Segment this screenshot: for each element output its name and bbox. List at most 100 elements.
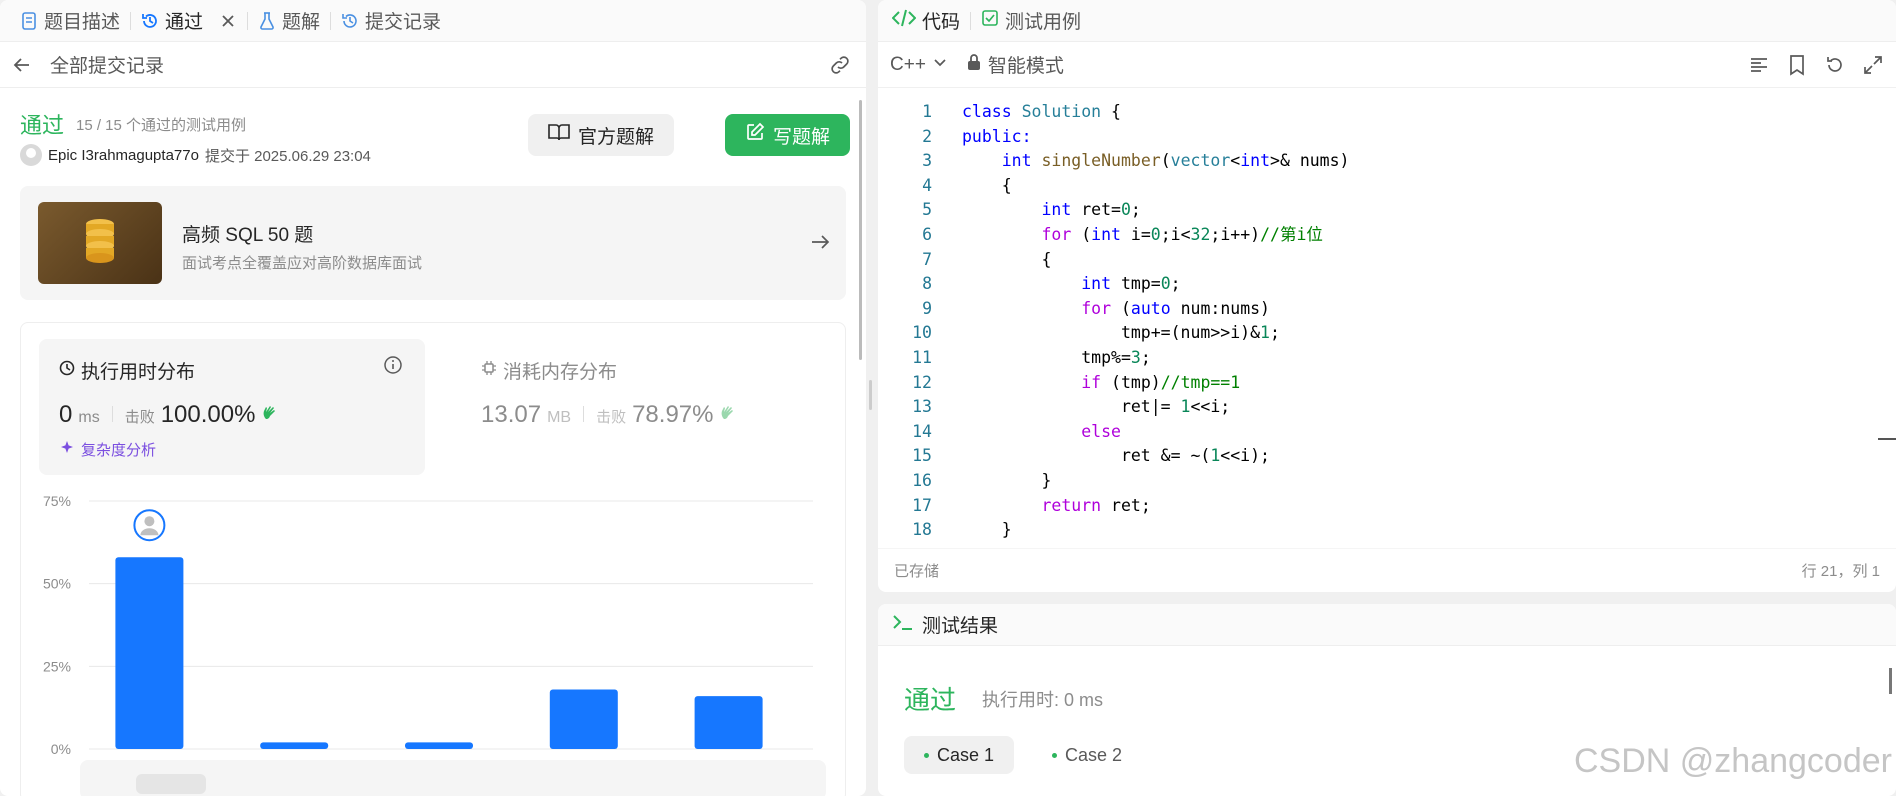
- code-line[interactable]: 13 ret|= 1<<i;: [878, 395, 1896, 420]
- reset-icon[interactable]: [1824, 54, 1846, 76]
- scrollbar[interactable]: [859, 100, 862, 360]
- line-number: 18: [912, 520, 932, 540]
- tab-solutions[interactable]: 题解: [248, 0, 330, 42]
- tab-testcases[interactable]: 测试用例: [981, 7, 1081, 34]
- code-line[interactable]: 9 for (auto num:nums): [878, 297, 1896, 322]
- code-editor[interactable]: 1 class Solution {2 public: 3 int singleNum…: [878, 100, 1896, 539]
- complexity-analysis-link[interactable]: 复杂度分析: [59, 439, 156, 460]
- mode-toggle[interactable]: 智能模式: [966, 51, 1064, 78]
- code-panel: 代码 测试用例 C++ 智能模式 1 class Solution {2 pu…: [878, 0, 1896, 592]
- runtime-distribution-chart[interactable]: 75%50%25%0%1ms2ms3ms4ms: [21, 479, 847, 779]
- code-line[interactable]: 6 for (int i=0;i<32;i++)//第i位: [878, 223, 1896, 248]
- line-number: 8: [922, 274, 932, 294]
- avatar[interactable]: [20, 144, 42, 166]
- chevron-down-icon: [932, 54, 948, 76]
- tab-test-result-label[interactable]: 测试结果: [922, 611, 998, 638]
- line-number: 1: [922, 102, 932, 121]
- line-content: int tmp=0;: [1081, 274, 1181, 294]
- tab-passed[interactable]: 通过: [131, 0, 247, 42]
- line-content: int singleNumber(vector<int>& nums): [1001, 151, 1350, 171]
- line-content: for (auto num:nums): [1081, 298, 1270, 318]
- runtime-value: 0: [59, 401, 73, 428]
- tab-code[interactable]: 代码: [891, 7, 961, 34]
- code-line[interactable]: 8 int tmp=0;: [878, 272, 1896, 297]
- y-tick-label: 0%: [51, 741, 71, 757]
- submit-time: 提交于 2025.06.29 23:04: [204, 147, 371, 165]
- runtime-stat[interactable]: 执行用时分布 0 ms 击败 100.00% 复杂度分析: [39, 339, 425, 475]
- code-line[interactable]: 3 int singleNumber(vector<int>& nums): [878, 149, 1896, 174]
- info-icon[interactable]: [383, 355, 403, 375]
- avatar-head: [144, 516, 155, 527]
- author-name[interactable]: Epic I3rahmagupta77o: [48, 147, 199, 164]
- submission-header: 通过 15 / 15 个通过的测试用例 Epic I3rahmagupta77o…: [20, 106, 850, 166]
- code-line[interactable]: 10 tmp+=(num>>i)&1;: [878, 321, 1896, 346]
- code-line[interactable]: 1 class Solution {: [878, 100, 1896, 125]
- doc-icon: [20, 11, 38, 30]
- runtime-beat-value: 100.00%: [160, 401, 256, 428]
- line-number: 7: [922, 249, 932, 269]
- code-line[interactable]: 18 }: [878, 518, 1896, 543]
- bar: [260, 742, 329, 749]
- code-line[interactable]: 5 int ret=0;: [878, 198, 1896, 223]
- code-line[interactable]: 7 {: [878, 248, 1896, 273]
- memory-stat[interactable]: 消耗内存分布 13.07 MB 击败 78.97%: [461, 339, 831, 475]
- line-number: 2: [922, 126, 932, 146]
- all-submissions-link[interactable]: 全部提交记录: [50, 51, 164, 78]
- bookmark-icon[interactable]: [1786, 54, 1808, 76]
- y-tick-label: 25%: [43, 658, 71, 674]
- tab-description[interactable]: 题目描述: [10, 0, 130, 42]
- line-number: 16: [912, 470, 932, 490]
- result-tabbar: 测试结果: [878, 604, 1896, 646]
- line-content: if (tmp)//tmp==1: [1081, 372, 1241, 392]
- flask-icon: [258, 11, 276, 30]
- code-line[interactable]: 2 public:: [878, 125, 1896, 150]
- tab-code-label: 代码: [922, 12, 961, 33]
- code-line[interactable]: 17 return ret;: [878, 494, 1896, 519]
- memory-values: 13.07 MB 击败 78.97%: [481, 401, 739, 429]
- scrollbar[interactable]: [1889, 668, 1892, 694]
- code-line[interactable]: 11 tmp%=3;: [878, 346, 1896, 371]
- code-line[interactable]: 16 }: [878, 469, 1896, 494]
- arrow-left-icon[interactable]: [12, 55, 32, 75]
- divider: [111, 406, 113, 422]
- code-line[interactable]: 14 else: [878, 420, 1896, 445]
- panel-resize-handle[interactable]: [869, 380, 872, 410]
- code-line[interactable]: 4 {: [878, 174, 1896, 199]
- close-icon[interactable]: [219, 12, 237, 30]
- official-solution-label: 官方题解: [577, 126, 654, 148]
- memory-beat-label: 击败: [596, 409, 627, 426]
- edit-icon: [745, 122, 765, 148]
- memory-title-row: 消耗内存分布: [481, 357, 617, 384]
- code-icon: [891, 9, 917, 33]
- pass-dot: [924, 752, 929, 758]
- link-icon[interactable]: [828, 53, 852, 77]
- pass-dot: [1052, 752, 1057, 758]
- subbar: 全部提交记录: [0, 42, 866, 88]
- saved-status: 已存储: [894, 563, 940, 580]
- official-solution-button[interactable]: 官方题解: [527, 114, 674, 156]
- code-line[interactable]: 12 if (tmp)//tmp==1: [878, 371, 1896, 396]
- divider: [583, 406, 585, 422]
- promo-banner[interactable]: 高频 SQL 50 题 面试考点全覆盖应对高阶数据库面试: [20, 186, 846, 300]
- author-row: Epic I3rahmagupta77o 提交于 2025.06.29 23:0…: [20, 144, 371, 166]
- fullscreen-icon[interactable]: [1862, 54, 1884, 76]
- line-content: {: [962, 249, 1052, 269]
- write-solution-button[interactable]: 写题解: [724, 114, 850, 156]
- case-1-tab[interactable]: Case 1: [904, 736, 1015, 774]
- line-content: for (int i=0;i<32;i++)//第i位: [1041, 224, 1323, 244]
- format-icon[interactable]: [1748, 54, 1770, 76]
- history-icon: [341, 12, 359, 30]
- line-number: 11: [912, 347, 932, 367]
- line-content: ret|= 1<<i;: [962, 397, 1231, 417]
- tab-submissions[interactable]: 提交记录: [331, 0, 451, 42]
- checkbox-icon: [981, 9, 999, 33]
- clock-icon: [59, 360, 75, 382]
- result-status: 通过: [904, 685, 957, 715]
- case-2-tab[interactable]: Case 2: [1032, 736, 1142, 774]
- code-line[interactable]: 15 ret &= ~(1<<i);: [878, 444, 1896, 469]
- language-select[interactable]: C++: [890, 54, 948, 76]
- line-content: }: [962, 520, 1012, 540]
- line-number: 12: [912, 372, 932, 392]
- y-tick-label: 50%: [43, 576, 71, 592]
- memory-unit: MB: [547, 409, 572, 426]
